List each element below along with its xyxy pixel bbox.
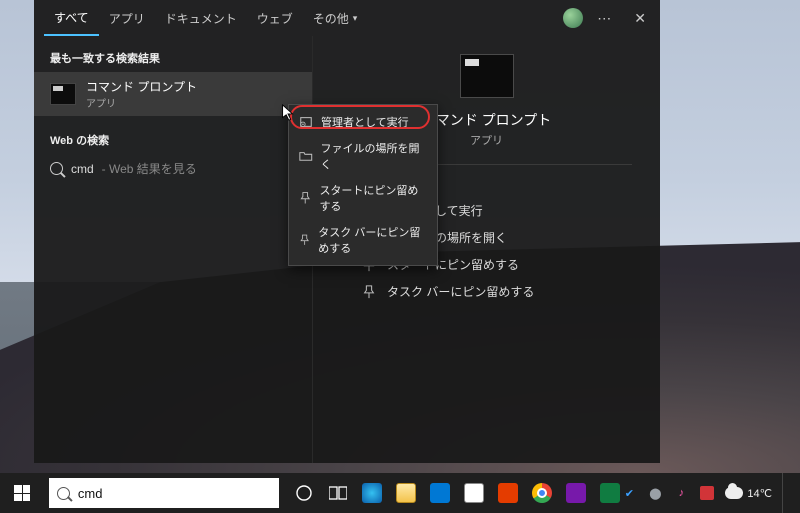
task-view-icon[interactable] bbox=[327, 482, 349, 504]
pin-taskbar-icon bbox=[299, 233, 310, 247]
search-icon bbox=[50, 162, 63, 175]
onenote-icon[interactable] bbox=[565, 482, 587, 504]
best-match-header: 最も一致する検索結果 bbox=[34, 44, 312, 72]
taskbar-search-box[interactable]: cmd bbox=[49, 478, 280, 508]
pin-taskbar-icon bbox=[361, 285, 377, 299]
context-open-file-location[interactable]: ファイルの場所を開く bbox=[289, 135, 437, 177]
web-hint: - Web 結果を見る bbox=[102, 160, 197, 177]
show-desktop-corner[interactable] bbox=[782, 473, 790, 513]
weather-temp: 14℃ bbox=[747, 487, 772, 500]
web-search-item[interactable]: cmd - Web 結果を見る bbox=[34, 154, 312, 183]
context-run-as-admin[interactable]: 管理者として実行 bbox=[289, 109, 437, 135]
office-icon[interactable] bbox=[497, 482, 519, 504]
pin-start-icon bbox=[299, 191, 311, 205]
context-pin-to-taskbar-label: タスク バーにピン留めする bbox=[318, 224, 427, 256]
tray-show-hidden-icon[interactable]: ✔ bbox=[621, 485, 637, 501]
store-icon[interactable] bbox=[463, 482, 485, 504]
excel-icon[interactable] bbox=[599, 482, 621, 504]
folder-icon bbox=[299, 149, 313, 163]
context-open-file-location-label: ファイルの場所を開く bbox=[321, 140, 427, 172]
context-pin-to-start-label: スタートにピン留めする bbox=[319, 182, 427, 214]
context-pin-to-start[interactable]: スタートにピン留めする bbox=[289, 177, 437, 219]
best-match-result[interactable]: コマンド プロンプト アプリ bbox=[34, 72, 312, 116]
system-tray: ✔ ⬤ ♪ 14℃ bbox=[621, 473, 800, 513]
web-query: cmd bbox=[71, 162, 94, 176]
chrome-icon[interactable] bbox=[531, 482, 553, 504]
tab-web[interactable]: ウェブ bbox=[247, 0, 303, 36]
user-avatar[interactable] bbox=[563, 8, 583, 28]
search-results-column: 最も一致する検索結果 コマンド プロンプト アプリ Web の検索 cmd - … bbox=[34, 36, 312, 463]
tab-all[interactable]: すべて bbox=[44, 0, 99, 36]
taskbar: cmd ✔ ⬤ ♪ 14℃ bbox=[0, 473, 800, 513]
cloud-icon bbox=[725, 487, 743, 499]
tab-apps[interactable]: アプリ bbox=[99, 0, 155, 36]
taskbar-pinned-apps bbox=[293, 482, 621, 504]
action-pin-to-taskbar[interactable]: タスク バーにピン留めする bbox=[361, 283, 660, 300]
windows-logo-icon bbox=[14, 485, 30, 501]
search-filter-tabs: すべて アプリ ドキュメント ウェブ その他 ▾ ⋯ ✕ bbox=[34, 0, 660, 36]
result-subtitle: アプリ bbox=[86, 95, 197, 110]
taskbar-search-query: cmd bbox=[78, 486, 103, 501]
action-pin-to-taskbar-label: タスク バーにピン留めする bbox=[387, 283, 534, 300]
run-as-admin-icon bbox=[299, 115, 313, 129]
search-icon bbox=[57, 487, 70, 500]
file-explorer-icon[interactable] bbox=[395, 482, 417, 504]
edge-icon[interactable] bbox=[361, 482, 383, 504]
result-title: コマンド プロンプト bbox=[86, 78, 197, 95]
chevron-down-icon: ▾ bbox=[353, 13, 358, 24]
weather-widget[interactable]: 14℃ bbox=[725, 487, 772, 500]
tray-onedrive-icon[interactable]: ⬤ bbox=[647, 485, 663, 501]
cmd-app-icon bbox=[50, 83, 76, 105]
tab-more-label: その他 bbox=[313, 10, 349, 27]
tray-app-icon[interactable]: ♪ bbox=[673, 485, 689, 501]
preview-title: コマンド プロンプト bbox=[422, 110, 551, 130]
start-search-panel: すべて アプリ ドキュメント ウェブ その他 ▾ ⋯ ✕ 最も一致する検索結果 … bbox=[34, 0, 660, 463]
web-search-header: Web の検索 bbox=[34, 126, 312, 154]
context-pin-to-taskbar[interactable]: タスク バーにピン留めする bbox=[289, 219, 437, 261]
preview-app-icon bbox=[460, 54, 514, 98]
cortana-icon[interactable] bbox=[293, 482, 315, 504]
tab-documents[interactable]: ドキュメント bbox=[155, 0, 247, 36]
preview-subtitle: アプリ bbox=[470, 132, 503, 148]
context-menu: 管理者として実行 ファイルの場所を開く スタートにピン留めする タスク バーにピ… bbox=[288, 104, 438, 266]
close-icon[interactable]: ✕ bbox=[626, 10, 654, 27]
tray-security-icon[interactable] bbox=[699, 485, 715, 501]
tab-more[interactable]: その他 ▾ bbox=[303, 0, 368, 36]
context-run-as-admin-label: 管理者として実行 bbox=[321, 114, 409, 130]
start-button[interactable] bbox=[0, 473, 45, 513]
mail-icon[interactable] bbox=[429, 482, 451, 504]
more-options-icon[interactable]: ⋯ bbox=[597, 10, 612, 27]
